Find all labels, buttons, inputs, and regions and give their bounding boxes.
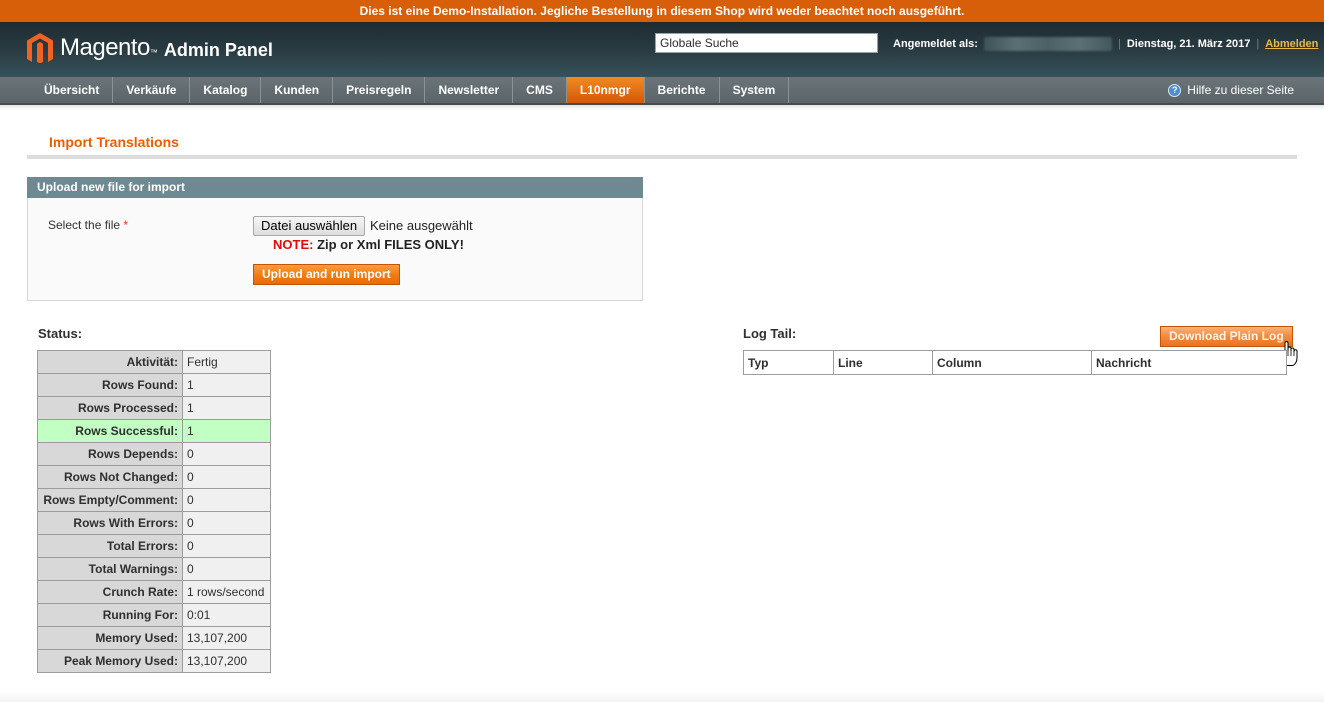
choose-file-button[interactable]: Datei auswählen [253,216,366,236]
file-status: Keine ausgewählt [370,218,473,233]
status-value: 0 [182,465,271,489]
nav-shadow [0,105,1324,110]
select-file-label: Select the file * [48,218,128,232]
status-row: Aktivität: Fertig [37,350,271,374]
status-value: 1 [182,419,271,443]
nav-item-newsletter[interactable]: Newsletter [425,77,514,103]
current-date: Dienstag, 21. März 2017 [1126,38,1251,50]
demo-banner: Dies ist eine Demo-Installation. Jeglich… [0,0,1324,22]
logo[interactable]: Magento ™ Admin Panel [27,33,273,63]
status-row: Rows Empty/Comment: 0 [37,488,271,512]
status-row: Rows Not Changed: 0 [37,465,271,489]
status-key: Rows Processed: [37,396,183,420]
separator: | [1117,38,1121,50]
status-row: Total Errors: 0 [37,534,271,558]
nav-item-kunden[interactable]: Kunden [261,77,334,103]
help-label: Hilfe zu dieser Seite [1187,83,1294,97]
status-value: 0 [182,442,271,466]
logo-admin-panel: Admin Panel [163,39,273,60]
nav-item-katalog[interactable]: Katalog [190,77,262,103]
file-type-note: NOTE: Zip or Xml FILES ONLY! [273,237,464,252]
global-search-input[interactable] [655,33,878,53]
status-value: 1 [182,396,271,420]
nav-item-verkaeufe[interactable]: Verkäufe [113,77,191,103]
status-key: Rows Empty/Comment: [37,488,183,512]
nav-item-system[interactable]: System [720,77,790,103]
status-row: Total Warnings: 0 [37,557,271,581]
log-column-header: Line [833,350,933,375]
status-row: Rows Processed: 1 [37,396,271,420]
status-row: Rows Depends: 0 [37,442,271,466]
status-row: Crunch Rate: 1 rows/second [37,580,271,604]
status-value: 0:01 [182,603,271,627]
logo-trademark: ™ [149,47,158,57]
status-row: Running For: 0:01 [37,603,271,627]
status-key: Rows Not Changed: [37,465,183,489]
log-header-row: Typ Line Column Nachricht [743,350,1287,375]
status-key: Aktivität: [37,350,183,374]
select-file-label-text: Select the file [48,218,121,232]
logged-in-label: Angemeldet als: [893,38,978,50]
user-info: Angemeldet als: | Dienstag, 21. März 201… [893,37,1318,51]
logout-link[interactable]: Abmelden [1265,38,1318,50]
footer [0,690,1324,702]
log-column-header: Column [932,350,1092,375]
nav-item-berichte[interactable]: Berichte [645,77,720,103]
status-key: Rows Found: [37,373,183,397]
upload-fieldset: Upload new file for import Select the fi… [27,177,643,301]
download-plain-log-button[interactable]: Download Plain Log [1160,326,1293,347]
status-key: Rows Successful: [37,419,183,443]
help-icon: ? [1168,83,1182,97]
nav-item-preisregeln[interactable]: Preisregeln [333,77,426,103]
log-column-header: Typ [743,350,834,375]
help-link[interactable]: ? Hilfe zu dieser Seite [1168,77,1294,103]
nav-item-uebersicht[interactable]: Übersicht [31,77,114,103]
status-row-success: Rows Successful: 1 [37,419,271,443]
status-table: Aktivität: Fertig Rows Found: 1 Rows Proce… [37,350,271,673]
upload-section-title: Upload new file for import [27,177,643,198]
status-value: 13,107,200 [182,626,271,650]
magento-logo-icon [27,33,53,63]
status-value: Fertig [182,350,271,374]
status-value: 1 rows/second [182,580,271,604]
status-key: Total Errors: [37,534,183,558]
log-column-header: Nachricht [1091,350,1287,375]
status-value: 0 [182,511,271,535]
note-text: Zip or Xml FILES ONLY! [313,237,464,252]
status-label: Status: [38,326,83,341]
status-key: Rows Depends: [37,442,183,466]
status-key: Total Warnings: [37,557,183,581]
log-tail-table: Typ Line Column Nachricht [743,350,1287,375]
status-value: 0 [182,557,271,581]
status-row: Rows With Errors: 0 [37,511,271,535]
status-value: 1 [182,373,271,397]
page-title: Import Translations [49,134,179,150]
status-key: Memory Used: [37,626,183,650]
note-prefix: NOTE: [273,237,314,252]
upload-and-run-import-button[interactable]: Upload and run import [253,264,400,285]
status-row: Rows Found: 1 [37,373,271,397]
status-value: 0 [182,534,271,558]
username-redacted [983,37,1112,51]
status-value: 13,107,200 [182,649,271,673]
nav-item-l10nmgr[interactable]: L10nmgr [566,77,645,103]
separator: | [1256,38,1260,50]
nav-item-cms[interactable]: CMS [513,77,567,103]
status-key: Running For: [37,603,183,627]
status-row: Memory Used: 13,107,200 [37,626,271,650]
title-divider [27,155,1297,159]
logo-wordmark: Magento [60,34,150,61]
status-key: Crunch Rate: [37,580,183,604]
status-key: Peak Memory Used: [37,649,183,673]
status-row: Peak Memory Used: 13,107,200 [37,649,271,673]
log-tail-label: Log Tail: [743,326,797,341]
required-mark: * [123,218,129,232]
status-key: Rows With Errors: [37,511,183,535]
status-value: 0 [182,488,271,512]
header: Magento ™ Admin Panel Angemeldet als: | … [0,22,1324,77]
main-nav: Übersicht Verkäufe Katalog Kunden Preisr… [0,77,1324,105]
